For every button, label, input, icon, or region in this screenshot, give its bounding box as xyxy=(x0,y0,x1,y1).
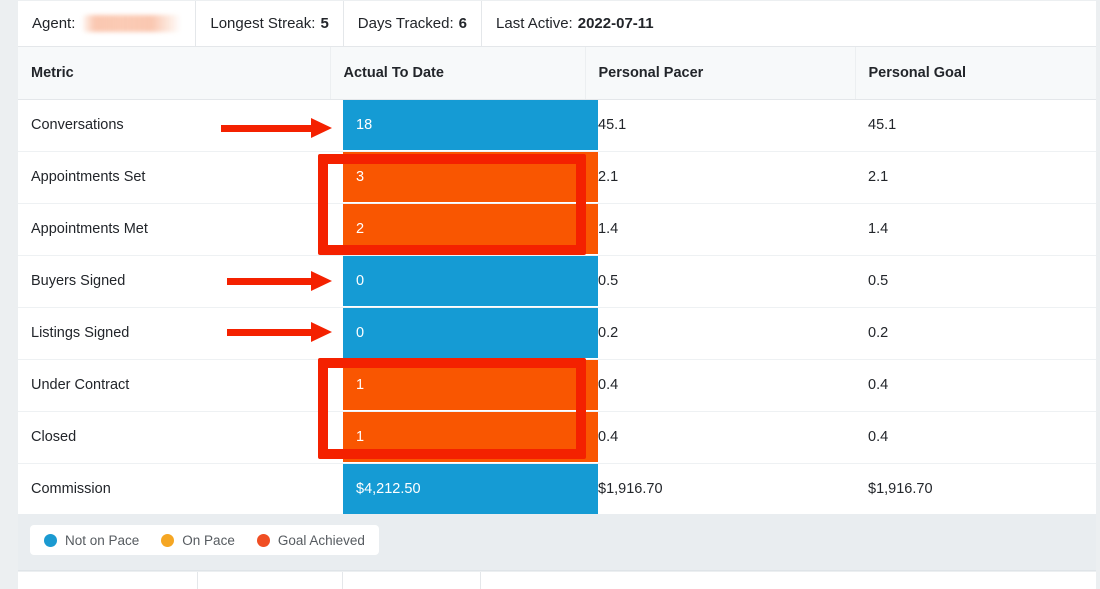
table-row: Appointments Set 3 2.1 2.1 xyxy=(18,151,1096,204)
cell-metric-name: Closed xyxy=(18,411,330,464)
legend-label: On Pace xyxy=(182,532,235,548)
cell-actual-to-date: 18 xyxy=(330,99,598,152)
days-tracked-label: Days Tracked: xyxy=(357,15,454,32)
cell-metric-name: Listings Signed xyxy=(18,307,330,360)
table-row: Appointments Met 2 1.4 1.4 xyxy=(18,203,1096,256)
status-chip-blue: 0 xyxy=(343,307,598,359)
agent-name-redacted xyxy=(83,15,182,32)
cell-metric-name: Buyers Signed xyxy=(18,255,330,308)
table-row: Listings Signed 0 0.2 0.2 xyxy=(18,307,1096,360)
cell-personal-goal: 45.1 xyxy=(855,99,1096,152)
summary-longest-streak: Longest Streak: 5 xyxy=(195,0,342,47)
cell-personal-goal: $1,916.70 xyxy=(855,463,1096,516)
table-row: Buyers Signed 0 0.5 0.5 xyxy=(18,255,1096,308)
cell-metric-name: Appointments Set xyxy=(18,151,330,204)
longest-streak-value: 5 xyxy=(320,15,329,32)
last-active-value: 2022-07-11 xyxy=(577,15,654,32)
cell-actual-to-date: 2 xyxy=(330,203,598,256)
next-table-partial xyxy=(18,572,1096,589)
cell-metric-name: Commission xyxy=(18,463,330,516)
cell-personal-pacer: 0.5 xyxy=(585,255,855,308)
legend-dot-icon xyxy=(256,533,270,547)
legend-item[interactable]: Not on Pace xyxy=(44,533,139,548)
legend-item[interactable]: Goal Achieved xyxy=(256,532,365,548)
legend-dot-icon xyxy=(44,533,57,547)
cell-metric-name: Conversations xyxy=(18,99,330,152)
status-chip-orange: 1 xyxy=(343,411,598,463)
cell-actual-to-date: 1 xyxy=(330,411,598,464)
cell-actual-to-date: $4,212.50 xyxy=(330,463,598,516)
cell-personal-goal: 0.4 xyxy=(855,359,1096,412)
status-chip-orange: 3 xyxy=(343,151,598,203)
summary-days-tracked: Days Tracked: 6 xyxy=(342,0,481,47)
longest-streak-label: Longest Streak: xyxy=(210,15,316,32)
cell-actual-to-date: 0 xyxy=(330,307,598,360)
report-page: Agent: Longest Streak: 5 Days Tracked: 6… xyxy=(0,0,1100,589)
cell-personal-pacer: 45.1 xyxy=(585,99,855,152)
legend-dot-icon xyxy=(161,533,175,547)
cell-metric-name: Under Contract xyxy=(18,359,330,412)
cell-personal-pacer: 1.4 xyxy=(585,203,855,256)
legend-label: Not on Pace xyxy=(65,532,140,548)
legend-bar: Not on Pace On Pace Goal Achieved xyxy=(18,514,1096,571)
column-header-pacer[interactable]: Personal Pacer xyxy=(585,47,856,100)
table-row: Under Contract 1 0.4 0.4 xyxy=(18,359,1096,412)
column-header-goal[interactable]: Personal Goal xyxy=(855,47,1096,100)
agent-label: Agent: xyxy=(32,15,76,32)
status-chip-orange: 2 xyxy=(343,203,598,255)
cell-metric-name: Appointments Met xyxy=(18,203,330,256)
table-row: Commission $4,212.50 $1,916.70 $1,916.70 xyxy=(18,463,1096,516)
cell-personal-pacer: 0.4 xyxy=(585,359,855,412)
cell-personal-goal: 0.5 xyxy=(855,255,1096,308)
summary-last-active: Last Active: 2022-07-11 xyxy=(481,0,668,47)
status-chip-blue: $4,212.50 xyxy=(343,463,598,515)
legend-label: Goal Achieved xyxy=(277,532,365,548)
column-header-metric[interactable]: Metric xyxy=(18,47,331,100)
legend-item[interactable]: On Pace xyxy=(161,533,235,548)
days-tracked-value: 6 xyxy=(458,15,468,32)
cell-personal-pacer: 2.1 xyxy=(585,151,855,204)
cell-personal-pacer: 0.4 xyxy=(585,411,855,464)
cell-personal-pacer: $1,916.70 xyxy=(585,463,855,516)
cell-personal-goal: 1.4 xyxy=(855,203,1096,256)
summary-agent: Agent: xyxy=(18,1,195,47)
cell-personal-pacer: 0.2 xyxy=(585,307,855,360)
cell-personal-goal: 2.1 xyxy=(855,151,1096,204)
cell-actual-to-date: 1 xyxy=(330,359,598,412)
table-row: Closed 1 0.4 0.4 xyxy=(18,411,1096,464)
status-chip-blue: 18 xyxy=(343,99,598,151)
status-chip-orange: 1 xyxy=(343,359,598,411)
cell-personal-goal: 0.4 xyxy=(855,411,1096,464)
metrics-table: Metric Actual To Date Personal Pacer Per… xyxy=(18,47,1096,516)
last-active-label: Last Active: xyxy=(496,15,573,32)
cell-personal-goal: 0.2 xyxy=(855,307,1096,360)
cell-actual-to-date: 3 xyxy=(330,151,598,204)
column-header-actual[interactable]: Actual To Date xyxy=(330,47,586,100)
metrics-table-body: Conversations 18 45.1 45.1 Appointments Set 3… xyxy=(18,99,1096,516)
status-chip-blue: 0 xyxy=(343,255,598,307)
legend-box: Not on Pace On Pace Goal Achieved xyxy=(30,525,379,555)
agent-summary-bar: Agent: Longest Streak: 5 Days Tracked: 6… xyxy=(18,0,1096,47)
cell-actual-to-date: 0 xyxy=(330,255,598,308)
table-row: Conversations 18 45.1 45.1 xyxy=(18,99,1096,152)
table-header-row: Metric Actual To Date Personal Pacer Per… xyxy=(18,47,1096,100)
